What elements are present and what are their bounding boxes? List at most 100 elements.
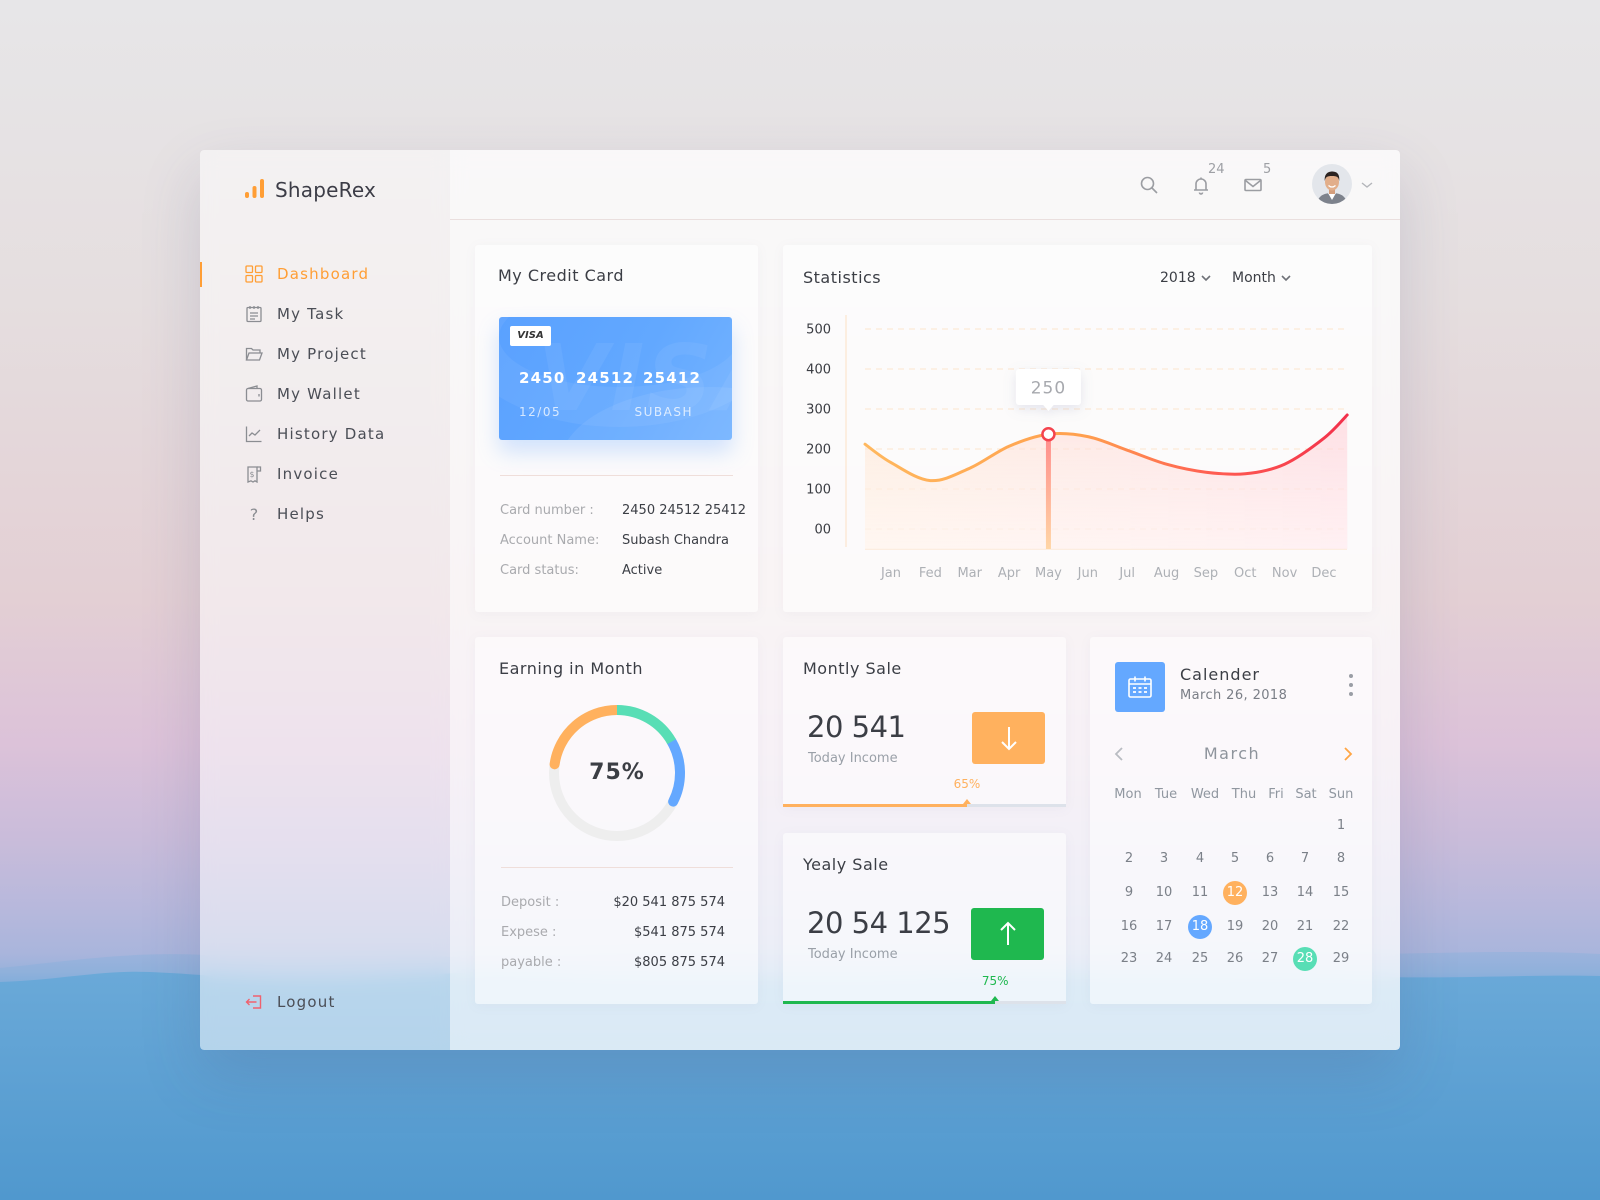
calendar-day[interactable]: 17 [1152, 915, 1176, 939]
calendar-day[interactable]: 2 [1117, 847, 1141, 871]
calendar-day[interactable]: 5 [1223, 847, 1247, 871]
credit-card[interactable]: VISA VISA 2450 24512 25412 12/05 SUBASH [499, 317, 732, 440]
calendar-day[interactable]: 9 [1117, 881, 1141, 905]
x-tick-label: Sep [1194, 566, 1219, 581]
calendar-day[interactable]: 14 [1293, 881, 1317, 905]
sidebar-item-my-project[interactable]: My Project [240, 340, 435, 368]
calendar-day[interactable]: 11 [1188, 881, 1212, 905]
calendar-day[interactable]: 4 [1188, 847, 1212, 871]
card-holder: SUBASH [634, 405, 693, 419]
monthly-sale-title: Montly Sale [803, 659, 902, 678]
sidebar-item-label: My Wallet [277, 385, 361, 403]
year-select-value: 2018 [1160, 270, 1196, 286]
y-tick-label: 200 [806, 443, 831, 458]
calendar-day[interactable]: 6 [1258, 847, 1282, 871]
period-select-value: Month [1232, 270, 1276, 286]
calendar-day[interactable]: 13 [1258, 881, 1282, 905]
monthly-progress-fill [783, 804, 967, 807]
logout-button[interactable]: Logout [240, 988, 435, 1016]
expense-value: $541 875 574 [634, 925, 725, 940]
avatar[interactable] [1312, 164, 1352, 204]
y-tick-label: 100 [806, 483, 831, 498]
calendar-day[interactable]: 8 [1329, 847, 1353, 871]
sidebar-item-helps[interactable]: ? Helps [240, 500, 435, 528]
calendar-day-highlighted[interactable]: 28 [1293, 947, 1317, 971]
period-select[interactable]: Month [1232, 267, 1292, 289]
card-expiry: 12/05 [519, 405, 562, 419]
sidebar-item-invoice[interactable]: $ Invoice [240, 460, 435, 488]
question-icon: ? [245, 505, 263, 523]
card-number-group: 24512 [576, 369, 635, 387]
calendar-day[interactable]: 10 [1152, 881, 1176, 905]
sidebar-item-history-data[interactable]: History Data [240, 420, 435, 448]
calendar-day[interactable]: 26 [1223, 947, 1247, 971]
trend-down-button[interactable] [972, 712, 1045, 764]
monthly-sale-amount: 20 541 [807, 710, 906, 744]
monthly-progress-label: 65% [953, 777, 981, 791]
yearly-progress-fill [783, 1001, 996, 1004]
chevron-down-icon [1361, 182, 1373, 188]
visa-logo: VISA [510, 326, 551, 346]
x-tick-label: Dec [1311, 566, 1336, 581]
previous-month-button[interactable] [1109, 744, 1129, 764]
logo-icon [245, 179, 264, 198]
x-tick-label: Oct [1234, 566, 1256, 581]
calendar-day[interactable]: 22 [1329, 915, 1353, 939]
y-tick-label: 00 [814, 523, 831, 538]
calendar-day[interactable]: 21 [1293, 915, 1317, 939]
calendar-current-date: March 26, 2018 [1180, 688, 1288, 703]
donut-segment [549, 705, 622, 770]
earning-percent: 75% [589, 760, 645, 785]
sidebar-item-label: Invoice [277, 465, 340, 483]
next-month-button[interactable] [1338, 744, 1358, 764]
tooltip-value: 250 [1031, 379, 1066, 399]
yearly-sale-amount: 20 54 125 [807, 906, 951, 940]
svg-text:?: ? [250, 505, 259, 523]
logout-label: Logout [277, 993, 336, 1011]
folder-icon [245, 345, 263, 363]
credit-card-panel: My Credit Card VISA VISA 2450 24512 2541… [475, 245, 758, 612]
trend-up-button[interactable] [971, 908, 1044, 960]
earning-donut-chart [549, 705, 685, 841]
arrow-down-icon [1000, 727, 1017, 751]
calendar-panel: Calender March 26, 2018 March Mon Tue Wed T… [1090, 637, 1372, 1004]
search-button[interactable] [1136, 172, 1162, 198]
x-tick-label: Nov [1272, 566, 1298, 581]
profile-menu-toggle[interactable] [1354, 172, 1380, 198]
card-number-value: 2450 24512 25412 [622, 503, 747, 518]
calendar-day[interactable]: 16 [1117, 915, 1141, 939]
calendar-day[interactable]: 27 [1258, 947, 1282, 971]
earning-panel: Earning in Month 75% Deposit : $20 541 8… [475, 637, 758, 1004]
calendar-day[interactable]: 29 [1329, 947, 1353, 971]
calendar-day[interactable]: 20 [1258, 915, 1282, 939]
year-select[interactable]: 2018 [1160, 267, 1212, 289]
calendar-day[interactable]: 19 [1223, 915, 1247, 939]
sidebar-item-dashboard[interactable]: Dashboard [240, 260, 435, 288]
calendar-day[interactable]: 3 [1152, 847, 1176, 871]
svg-text:$: $ [250, 470, 255, 479]
calendar-day-highlighted[interactable]: 12 [1223, 881, 1247, 905]
clipboard-icon [245, 305, 263, 323]
calendar-month-label: March [1203, 744, 1261, 763]
y-tick-label: 300 [806, 403, 831, 418]
calendar-day[interactable]: 23 [1117, 947, 1141, 971]
sidebar-item-label: My Project [277, 345, 367, 363]
calendar-day-highlighted[interactable]: 18 [1188, 915, 1212, 939]
calendar-day[interactable]: 25 [1188, 947, 1212, 971]
sidebar-item-my-task[interactable]: My Task [240, 300, 435, 328]
calendar-menu-button[interactable] [1344, 671, 1358, 699]
calendar-day[interactable]: 15 [1329, 881, 1353, 905]
calendar-day[interactable]: 7 [1293, 847, 1317, 871]
weekday-label: Mon [1114, 787, 1142, 802]
yearly-sale-caption: Today Income [808, 947, 898, 962]
tooltip-pointer [1042, 404, 1055, 411]
sidebar-item-label: History Data [277, 425, 386, 443]
sidebar-item-my-wallet[interactable]: My Wallet [240, 380, 435, 408]
mail-icon [1244, 178, 1262, 192]
calendar-day[interactable]: 24 [1152, 947, 1176, 971]
x-tick-label: Mar [957, 566, 982, 581]
bell-icon [1194, 177, 1208, 195]
calendar-day[interactable]: 1 [1329, 814, 1353, 838]
yearly-progress-bar [783, 1001, 1066, 1004]
highlight-point [1041, 426, 1056, 442]
